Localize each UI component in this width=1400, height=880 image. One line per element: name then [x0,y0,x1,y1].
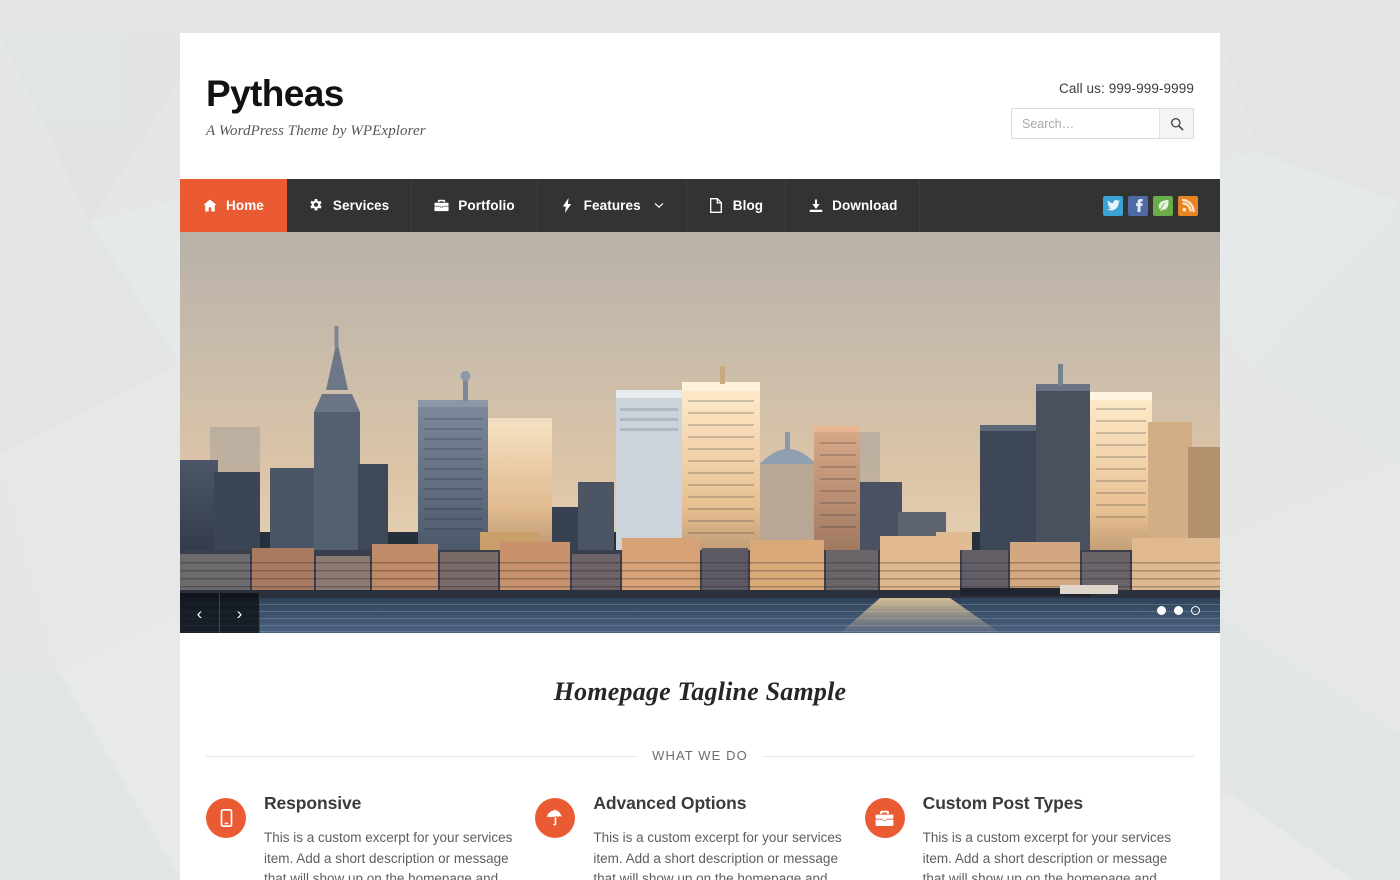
service-title: Advanced Options [593,793,747,813]
nav-item-portfolio[interactable]: Portfolio [412,179,538,232]
slider-dot-3[interactable] [1191,606,1200,615]
call-us-text: Call us: 999-999-9999 [1059,81,1194,96]
main-navigation: Home Services Portfolio Features Blog Do… [180,179,1220,232]
gear-icon [309,198,324,213]
slider-dot-2[interactable] [1174,606,1183,615]
bolt-icon [560,198,575,213]
site-header: Pytheas A WordPress Theme by WPExplorer … [180,33,1220,179]
header-right-area: Call us: 999-999-9999 [1011,81,1194,139]
service-text: This is a custom excerpt for your servic… [264,830,513,880]
homepage-content: Homepage Tagline Sample WHAT WE DO Respo… [180,633,1220,880]
slider-arrow-controls: ‹ › [180,593,260,633]
nav-label: Features [583,198,641,213]
service-item-advanced-options: Advanced Options This is a custom excerp… [535,793,864,880]
file-icon [709,198,724,213]
homepage-tagline: Homepage Tagline Sample [553,677,847,706]
social-facebook-link[interactable] [1128,195,1148,216]
briefcase-icon [864,798,905,838]
rss-icon [1181,199,1195,212]
site-title: Pytheas [206,73,344,114]
mobile-icon [206,798,246,838]
social-rss-link[interactable] [1178,195,1198,216]
social-leaf-link[interactable] [1153,195,1173,216]
nav-item-download[interactable]: Download [786,179,921,232]
service-text: This is a custom excerpt for your servic… [922,830,1171,880]
download-icon [808,199,823,213]
umbrella-icon [535,798,576,838]
nav-label: Home [226,198,264,213]
slider-next-button[interactable]: › [220,593,260,633]
service-title: Custom Post Types [922,793,1084,813]
leaf-icon [1158,200,1169,211]
facebook-icon [1135,199,1143,212]
service-item-responsive: Responsive This is a custom excerpt for … [206,793,535,880]
search-submit-button[interactable] [1159,109,1193,138]
section-heading-label: WHAT WE DO [636,748,764,763]
briefcase-icon [434,199,449,212]
slider-prev-button[interactable]: ‹ [180,593,220,633]
slider-dot-1[interactable] [1157,606,1166,615]
nav-item-features[interactable]: Features [538,179,687,232]
slider-pagination [1157,606,1200,615]
nav-label: Download [832,198,898,213]
search-input[interactable] [1012,109,1159,138]
nav-label: Portfolio [458,198,515,213]
nav-item-services[interactable]: Services [287,179,413,232]
twitter-icon [1106,200,1120,211]
home-icon [202,199,217,212]
nav-label: Blog [732,198,764,213]
social-twitter-link[interactable] [1103,195,1123,216]
service-text: This is a custom excerpt for your servic… [593,830,842,880]
service-body: Advanced Options This is a custom excerp… [593,793,842,880]
homepage-slider: ‹ › [180,232,1220,633]
service-title: Responsive [264,793,362,813]
slider-image-city-skyline[interactable] [180,232,1220,633]
chevron-down-icon [654,202,664,209]
section-heading-what-we-do: WHAT WE DO [206,747,1194,765]
service-body: Responsive This is a custom excerpt for … [264,793,513,880]
nav-item-blog[interactable]: Blog [687,179,787,232]
search-form [1011,108,1194,139]
branding[interactable]: Pytheas A WordPress Theme by WPExplorer [206,75,426,140]
services-grid: Responsive This is a custom excerpt for … [206,793,1194,880]
nav-item-home[interactable]: Home [180,179,287,232]
search-icon [1170,117,1183,130]
service-item-custom-post-types: Custom Post Types This is a custom excer… [864,793,1194,880]
nav-label: Services [332,198,390,213]
service-body: Custom Post Types This is a custom excer… [923,793,1172,880]
site-tagline: A WordPress Theme by WPExplorer [206,123,426,139]
social-icons [1103,179,1220,232]
site-container: Pytheas A WordPress Theme by WPExplorer … [180,33,1220,880]
